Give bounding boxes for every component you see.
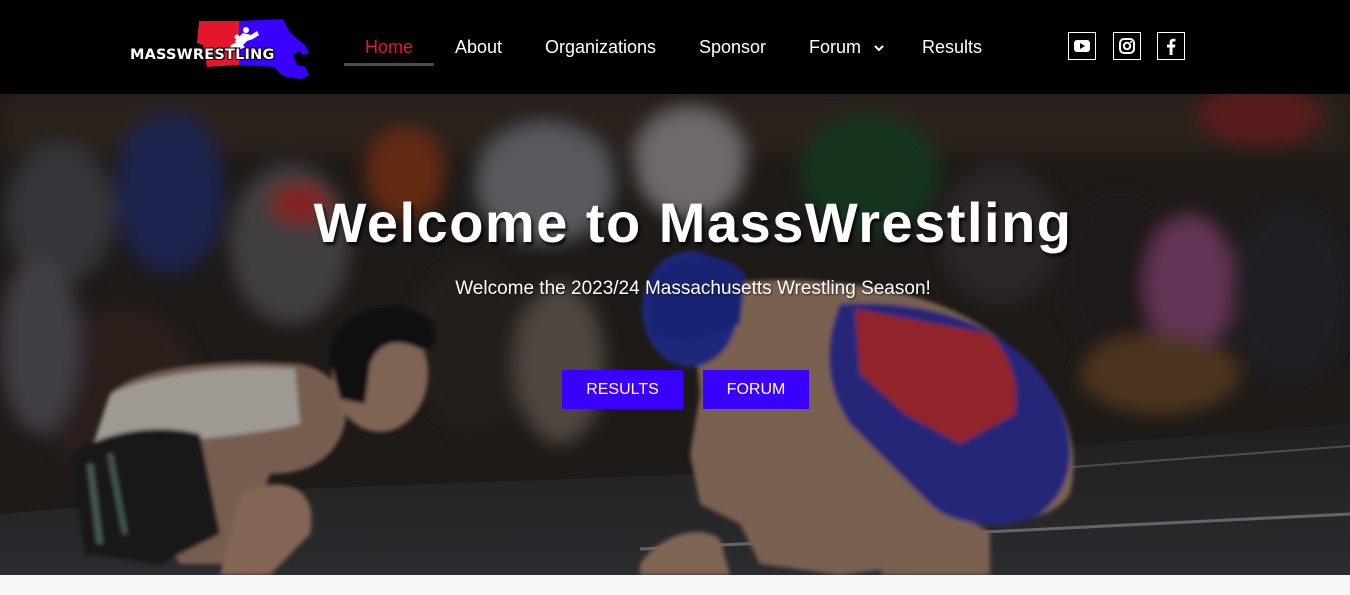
nav-item-about[interactable]: About [455, 28, 502, 66]
logo-text: MASSWRESTLING [130, 47, 275, 63]
forum-button[interactable]: FORUM [703, 370, 809, 409]
hero-title: Welcome to MassWrestling [313, 191, 1073, 254]
instagram-icon[interactable] [1113, 32, 1141, 60]
facebook-icon[interactable] [1157, 32, 1185, 60]
nav-item-sponsor[interactable]: Sponsor [699, 28, 766, 66]
youtube-icon[interactable] [1068, 32, 1096, 60]
site-header: MASSWRESTLING Home About Organizations S… [0, 0, 1350, 94]
nav-item-organizations[interactable]: Organizations [545, 28, 656, 66]
content-area-top [0, 575, 1350, 595]
hero-dark-overlay [0, 94, 1350, 575]
masswrestling-logo[interactable]: MASSWRESTLING [127, 15, 313, 81]
hero-subtitle: Welcome the 2023/24 Massachusetts Wrestl… [455, 278, 931, 299]
active-nav-underline [344, 63, 434, 66]
results-button[interactable]: RESULTS [562, 370, 683, 409]
hero-section: Welcome to MassWrestling Welcome the 202… [0, 94, 1350, 575]
nav-item-forum[interactable]: Forum [809, 28, 884, 66]
nav-item-forum-label: Forum [809, 37, 862, 57]
chevron-down-icon [874, 27, 884, 65]
nav-item-results[interactable]: Results [922, 28, 982, 66]
nav-item-home[interactable]: Home [365, 28, 413, 66]
